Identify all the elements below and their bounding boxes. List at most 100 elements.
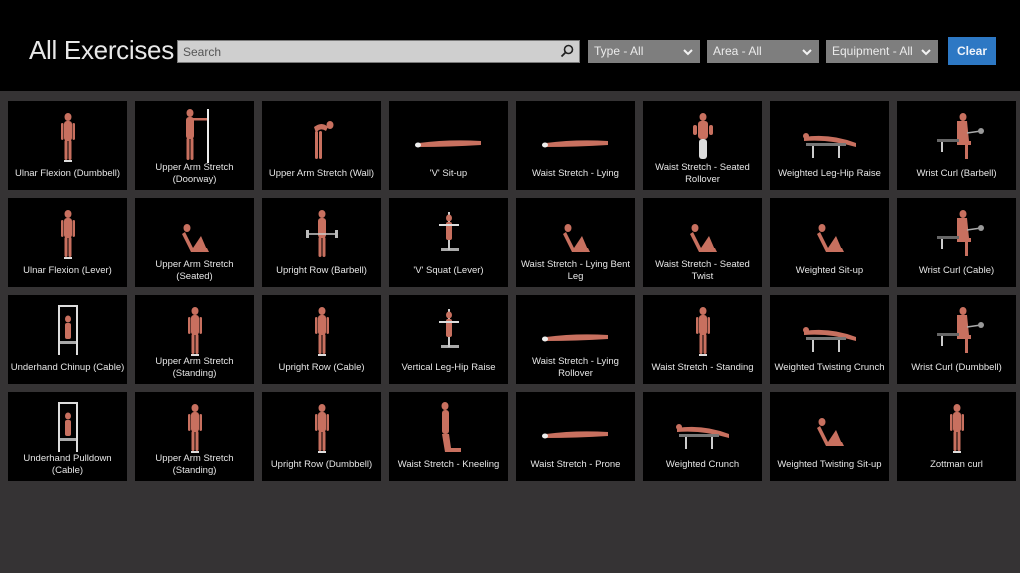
exercise-tile[interactable]: 'V' Squat (Lever) [389,198,508,287]
exercise-name: Wrist Curl (Barbell) [916,168,997,179]
exercise-tile[interactable]: Upper Arm Stretch (Doorway) [135,101,254,190]
exercise-name: Weighted Crunch [665,459,740,470]
exercise-tile[interactable]: Weighted Crunch [643,392,762,481]
equipment-filter-dropdown[interactable]: Equipment - All [826,40,938,63]
exercise-thumbnail [937,307,984,353]
exercise-name: Weighted Twisting Sit-up [777,459,882,470]
exercise-tile[interactable]: 'V' Sit-up [389,101,508,190]
exercise-name: 'V' Sit-up [429,168,468,179]
exercise-name: Vertical Leg-Hip Raise [401,362,496,373]
exercise-thumbnail [188,404,202,453]
type-filter-label: Type - All [594,44,644,58]
exercise-tile[interactable]: Waist Stretch - Standing [643,295,762,384]
exercise-name: Waist Stretch - Prone [530,459,621,470]
exercise-tile[interactable]: Weighted Twisting Crunch [770,295,889,384]
exercise-name: Weighted Leg-Hip Raise [778,168,881,179]
search-icon[interactable] [559,43,575,59]
exercise-tile[interactable]: Underhand Pulldown (Cable) [8,392,127,481]
exercise-tile[interactable]: Waist Stretch - Seated Rollover [643,101,762,190]
exercise-tile[interactable]: Upper Arm Stretch (Standing) [135,392,254,481]
exercise-tile[interactable]: Waist Stretch - Kneeling [389,392,508,481]
area-filter-dropdown[interactable]: Area - All [707,40,819,63]
exercise-tile[interactable]: Weighted Twisting Sit-up [770,392,889,481]
exercise-thumbnail [696,307,710,356]
exercise-tile[interactable]: Weighted Leg-Hip Raise [770,101,889,190]
exercise-thumbnail [542,334,608,342]
exercise-thumbnail [690,224,717,252]
exercise-name: Waist Stretch - Standing [651,362,754,373]
exercise-tile[interactable]: Upright Row (Dumbbell) [262,392,381,481]
exercise-tile[interactable]: Waist Stretch - Seated Twist [643,198,762,287]
exercise-name: Waist Stretch - Lying Bent Leg [520,259,631,282]
exercise-tile[interactable]: Upper Arm Stretch (Standing) [135,295,254,384]
exercise-name: Underhand Chinup (Cable) [10,362,125,373]
exercise-name: Upright Row (Dumbbell) [270,459,373,470]
exercise-name: Waist Stretch - Seated Twist [655,259,750,282]
exercise-grid: Ulnar Flexion (Dumbbell) Upper Arm Stret… [8,101,1016,481]
exercise-name: Ulnar Flexion (Dumbbell) [14,168,121,179]
exercise-thumbnail [542,140,608,148]
exercise-thumbnail [937,210,984,256]
exercise-name: Zottman curl [930,459,983,470]
exercise-tile[interactable]: Upper Arm Stretch (Seated) [135,198,254,287]
exercise-name: Upright Row (Barbell) [276,265,367,276]
exercise-thumbnail [542,431,608,439]
exercise-name: Waist Stretch - Lying Rollover [532,356,619,379]
exercise-name: Wrist Curl (Cable) [918,265,995,276]
exercise-tile[interactable]: Weighted Sit-up [770,198,889,287]
exercise-thumbnail [439,212,459,251]
exercise-name: 'V' Squat (Lever) [413,265,484,276]
exercise-thumbnail [937,113,984,159]
exercise-thumbnail [315,404,329,453]
exercise-name: Upright Row (Cable) [278,362,365,373]
exercise-tile[interactable]: Vertical Leg-Hip Raise [389,295,508,384]
exercise-thumbnail [817,418,844,446]
exercise-name: Upper Arm Stretch (Standing) [155,453,234,476]
exercise-thumbnail [693,113,713,159]
exercise-tile[interactable]: Underhand Chinup (Cable) [8,295,127,384]
exercise-name: Waist Stretch - Kneeling [397,459,500,470]
exercise-name: Upper Arm Stretch (Standing) [155,356,234,379]
search-box[interactable] [177,40,580,63]
exercise-tile[interactable]: Ulnar Flexion (Lever) [8,198,127,287]
chevron-down-icon [921,49,931,56]
clear-filters-button[interactable]: Clear [948,37,996,65]
exercise-thumbnail [188,307,202,356]
exercise-name: Wrist Curl (Dumbbell) [911,362,1002,373]
exercise-tile[interactable]: Wrist Curl (Dumbbell) [897,295,1016,384]
exercise-thumbnail [803,327,856,352]
exercise-name: Waist Stretch - Lying [532,168,619,179]
exercise-thumbnail [563,224,590,252]
exercise-thumbnail [315,307,329,356]
exercise-thumbnail [58,305,78,355]
exercise-tile[interactable]: Waist Stretch - Prone [516,392,635,481]
exercise-thumbnail [803,133,856,158]
exercise-name: Upper Arm Stretch (Seated) [155,259,234,282]
equipment-filter-label: Equipment - All [832,44,913,58]
exercise-name: Upper Arm Stretch (Wall) [268,168,375,179]
exercise-name: Upper Arm Stretch (Doorway) [155,162,234,185]
exercise-thumbnail [950,404,964,453]
exercise-tile[interactable]: Waist Stretch - Lying Rollover [516,295,635,384]
exercise-name: Weighted Twisting Crunch [774,362,885,373]
app-header: All Exercises Type - All Area - All Equi… [0,0,1020,91]
exercise-tile[interactable]: Waist Stretch - Lying [516,101,635,190]
chevron-down-icon [683,49,693,56]
exercise-thumbnail [441,402,461,452]
search-input[interactable] [178,41,553,62]
area-filter-label: Area - All [713,44,762,58]
exercise-tile[interactable]: Ulnar Flexion (Dumbbell) [8,101,127,190]
exercise-thumbnail [415,140,481,148]
exercise-thumbnail [676,424,729,449]
exercise-tile[interactable]: Wrist Curl (Cable) [897,198,1016,287]
exercise-tile[interactable]: Waist Stretch - Lying Bent Leg [516,198,635,287]
exercise-tile[interactable]: Zottman curl [897,392,1016,481]
exercise-tile[interactable]: Upper Arm Stretch (Wall) [262,101,381,190]
exercise-thumbnail [58,402,78,452]
exercise-tile[interactable]: Upright Row (Cable) [262,295,381,384]
exercise-tile[interactable]: Upright Row (Barbell) [262,198,381,287]
exercise-tile[interactable]: Wrist Curl (Barbell) [897,101,1016,190]
type-filter-dropdown[interactable]: Type - All [588,40,700,63]
chevron-down-icon [802,49,812,56]
exercise-thumbnail [61,113,75,162]
